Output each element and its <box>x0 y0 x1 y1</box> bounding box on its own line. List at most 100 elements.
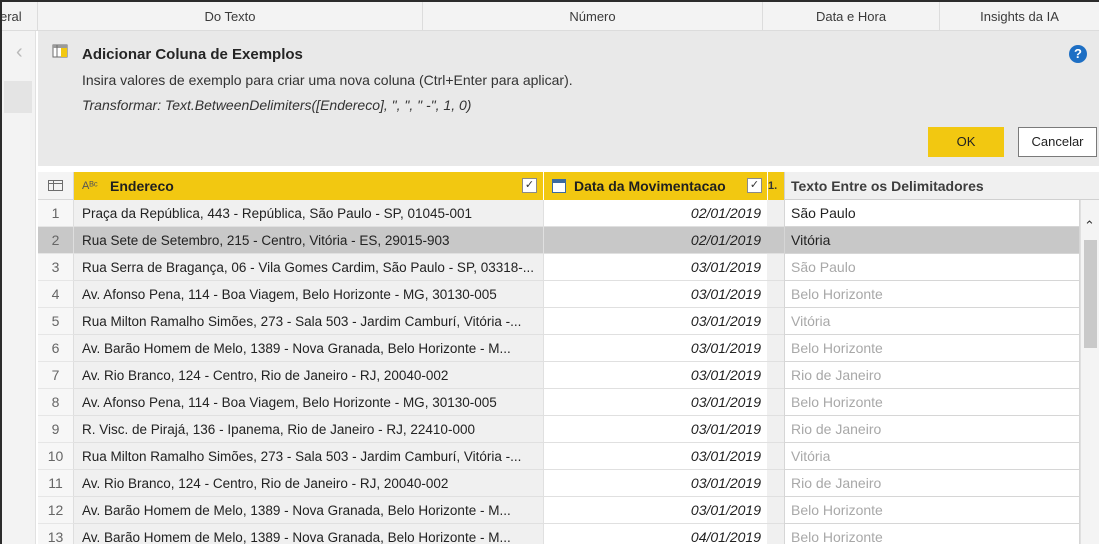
row-number: 4 <box>38 281 74 308</box>
scrollbar-thumb[interactable] <box>1084 240 1097 348</box>
cell-truncated-column[interactable] <box>767 470 784 497</box>
cell-example-value[interactable]: Rio de Janeiro <box>784 416 1080 443</box>
ribbon-group-texto: Do Texto <box>38 2 423 31</box>
cell-example-value[interactable]: Belo Horizonte <box>784 335 1080 362</box>
cell-example-value[interactable]: Belo Horizonte <box>784 497 1080 524</box>
cell-data[interactable]: 03/01/2019 <box>543 254 767 281</box>
column-checkbox-data[interactable]: ✓ <box>747 178 762 193</box>
cell-example-value[interactable]: São Paulo <box>784 254 1080 281</box>
cell-truncated-column[interactable] <box>767 416 784 443</box>
cell-example-value[interactable]: Belo Horizonte <box>784 281 1080 308</box>
table-row[interactable]: 2 Rua Sete de Setembro, 215 - Centro, Vit… <box>38 227 1099 254</box>
cell-endereco[interactable]: Av. Afonso Pena, 114 - Boa Viagem, Belo … <box>74 389 543 416</box>
table-row[interactable]: 12 Av. Barão Homem de Melo, 1389 - Nova G… <box>38 497 1099 524</box>
cell-endereco[interactable]: R. Visc. de Pirajá, 136 - Ipanema, Rio d… <box>74 416 543 443</box>
cell-example-value[interactable]: Rio de Janeiro <box>784 362 1080 389</box>
row-number: 10 <box>38 443 74 470</box>
cell-data[interactable]: 03/01/2019 <box>543 443 767 470</box>
cell-endereco[interactable]: Praça da República, 443 - República, São… <box>74 200 543 227</box>
cell-data[interactable]: 03/01/2019 <box>543 335 767 362</box>
column-header-data[interactable]: Data da Movimentacao ✓ <box>543 172 767 200</box>
cell-example-value[interactable]: Vitória <box>784 308 1080 335</box>
table-row[interactable]: 10 Rua Milton Ramalho Simões, 273 - Sala … <box>38 443 1099 470</box>
cell-truncated-column[interactable] <box>767 335 784 362</box>
cell-endereco[interactable]: Rua Milton Ramalho Simões, 273 - Sala 50… <box>74 308 543 335</box>
cell-data[interactable]: 03/01/2019 <box>543 389 767 416</box>
cell-truncated-column[interactable] <box>767 497 784 524</box>
power-query-window: eral Do Texto Número Data e Hora Insight… <box>0 0 1099 544</box>
cell-data[interactable]: 03/01/2019 <box>543 308 767 335</box>
row-number: 1 <box>38 200 74 227</box>
cell-data[interactable]: 02/01/2019 <box>543 200 767 227</box>
cell-endereco[interactable]: Av. Barão Homem de Melo, 1389 - Nova Gra… <box>74 335 543 362</box>
cell-endereco[interactable]: Rua Milton Ramalho Simões, 273 - Sala 50… <box>74 443 543 470</box>
cell-truncated-column[interactable] <box>767 200 784 227</box>
cell-endereco[interactable]: Av. Rio Branco, 124 - Centro, Rio de Jan… <box>74 362 543 389</box>
table-menu-button[interactable] <box>38 172 74 200</box>
ribbon-group-insights: Insights da IA <box>980 9 1059 24</box>
cell-truncated-column[interactable] <box>767 389 784 416</box>
cell-data[interactable]: 02/01/2019 <box>543 227 767 254</box>
transform-formula: Transformar: Text.BetweenDelimiters([End… <box>82 97 472 113</box>
column-from-examples-icon <box>52 44 68 58</box>
row-number: 13 <box>38 524 74 544</box>
table-row[interactable]: 11 Av. Rio Branco, 124 - Centro, Rio de J… <box>38 470 1099 497</box>
row-number: 6 <box>38 335 74 362</box>
cell-endereco[interactable]: Av. Rio Branco, 124 - Centro, Rio de Jan… <box>74 470 543 497</box>
cell-endereco[interactable]: Rua Sete de Setembro, 215 - Centro, Vitó… <box>74 227 543 254</box>
cell-example-value[interactable]: Belo Horizonte <box>784 389 1080 416</box>
cell-truncated-column[interactable] <box>767 308 784 335</box>
ribbon-group-labels: eral Do Texto Número Data e Hora Insight… <box>0 2 1099 31</box>
panel-title: Adicionar Coluna de Exemplos <box>82 46 303 63</box>
cell-data[interactable]: 03/01/2019 <box>543 497 767 524</box>
cell-truncated-column[interactable] <box>767 254 784 281</box>
row-number: 12 <box>38 497 74 524</box>
row-number: 11 <box>38 470 74 497</box>
table-row[interactable]: 3 Rua Serra de Bragança, 06 - Vila Gomes … <box>38 254 1099 281</box>
cell-example-value[interactable]: Belo Horizonte <box>784 524 1080 544</box>
cell-truncated-column[interactable] <box>767 524 784 544</box>
date-type-icon[interactable] <box>552 179 566 193</box>
cell-endereco[interactable]: Av. Afonso Pena, 114 - Boa Viagem, Belo … <box>74 281 543 308</box>
chevron-left-icon[interactable]: ‹ <box>16 41 23 64</box>
cell-truncated-column[interactable] <box>767 443 784 470</box>
cell-data[interactable]: 03/01/2019 <box>543 362 767 389</box>
help-icon[interactable]: ? <box>1069 45 1087 63</box>
table-row[interactable]: 9 R. Visc. de Pirajá, 136 - Ipanema, Rio … <box>38 416 1099 443</box>
ok-button[interactable]: OK <box>928 127 1004 157</box>
text-type-icon[interactable]: Aᴮᶜ <box>82 172 98 200</box>
cell-truncated-column[interactable] <box>767 227 784 254</box>
cell-endereco[interactable]: Rua Serra de Bragança, 06 - Vila Gomes C… <box>74 254 543 281</box>
cell-endereco[interactable]: Av. Barão Homem de Melo, 1389 - Nova Gra… <box>74 497 543 524</box>
scroll-up-icon[interactable]: ⌃ <box>1084 218 1095 234</box>
query-selected-item[interactable] <box>4 81 32 113</box>
column-header-truncated[interactable]: 1. <box>767 172 784 200</box>
column-header-endereco[interactable]: Aᴮᶜ Endereco ✓ <box>74 172 543 200</box>
vertical-scrollbar[interactable]: ⌃ <box>1080 200 1099 544</box>
cell-data[interactable]: 03/01/2019 <box>543 281 767 308</box>
row-number: 5 <box>38 308 74 335</box>
cell-example-value[interactable]: Vitória <box>784 227 1080 254</box>
cell-truncated-column[interactable] <box>767 281 784 308</box>
column-checkbox-endereco[interactable]: ✓ <box>522 178 537 193</box>
cell-data[interactable]: 03/01/2019 <box>543 470 767 497</box>
cell-example-value[interactable]: São Paulo <box>784 200 1080 227</box>
table-row[interactable]: 4 Av. Afonso Pena, 114 - Boa Viagem, Belo… <box>38 281 1099 308</box>
cell-data[interactable]: 03/01/2019 <box>543 416 767 443</box>
cell-truncated-column[interactable] <box>767 362 784 389</box>
cell-endereco[interactable]: Av. Barão Homem de Melo, 1389 - Nova Gra… <box>74 524 543 544</box>
column-name-data: Data da Movimentacao <box>574 178 726 194</box>
ribbon-group-data-hora: Data e Hora <box>763 2 940 31</box>
table-row[interactable]: 5 Rua Milton Ramalho Simões, 273 - Sala 5… <box>38 308 1099 335</box>
table-row[interactable]: 13 Av. Barão Homem de Melo, 1389 - Nova G… <box>38 524 1099 544</box>
cell-example-value[interactable]: Vitória <box>784 443 1080 470</box>
cancel-button[interactable]: Cancelar <box>1018 127 1097 157</box>
cell-data[interactable]: 04/01/2019 <box>543 524 767 544</box>
table-row[interactable]: 7 Av. Rio Branco, 124 - Centro, Rio de Ja… <box>38 362 1099 389</box>
cell-example-value[interactable]: Rio de Janeiro <box>784 470 1080 497</box>
table-row[interactable]: 8 Av. Afonso Pena, 114 - Boa Viagem, Belo… <box>38 389 1099 416</box>
new-column-header[interactable]: Texto Entre os Delimitadores <box>784 172 1099 200</box>
row-number: 9 <box>38 416 74 443</box>
table-row[interactable]: 6 Av. Barão Homem de Melo, 1389 - Nova Gr… <box>38 335 1099 362</box>
table-row[interactable]: 1 Praça da República, 443 - República, Sã… <box>38 200 1099 227</box>
